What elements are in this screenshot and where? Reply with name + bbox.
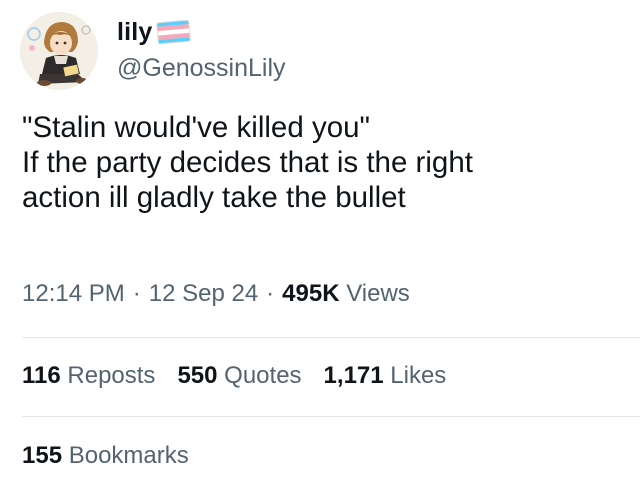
- transgender-flag-icon: [155, 19, 191, 45]
- likes-count: 1,171: [323, 362, 384, 389]
- tweet-time[interactable]: 12:14 PM: [22, 280, 125, 307]
- views-label: Views: [346, 280, 410, 307]
- author-handle[interactable]: @GenossinLily: [117, 54, 286, 83]
- bookmarks-stat[interactable]: 155 Bookmarks: [22, 442, 189, 470]
- meta-separator: ·: [266, 280, 275, 307]
- divider: [22, 416, 640, 417]
- quotes-label: Quotes: [224, 362, 302, 389]
- tweet-date[interactable]: 12 Sep 24: [149, 280, 258, 307]
- author-display-name[interactable]: lily: [117, 18, 153, 47]
- tweet-meta: 12:14 PM · 12 Sep 24 · 495K Views: [22, 280, 410, 308]
- meta-separator: ·: [132, 280, 141, 307]
- engagement-stats: 116 Reposts 550 Quotes 1,171 Likes: [22, 362, 468, 390]
- bookmarks-label: Bookmarks: [68, 442, 189, 469]
- views-count: 495K: [282, 280, 340, 307]
- tweet-text: "Stalin would've killed you" If the part…: [22, 110, 632, 215]
- bookmarks-count: 155: [22, 442, 63, 469]
- divider: [22, 337, 640, 338]
- likes-label: Likes: [390, 362, 447, 389]
- reposts-stat[interactable]: 116 Reposts: [22, 362, 155, 390]
- tweet-detail: lily @GenossinLily "Stalin would've kill…: [0, 0, 640, 489]
- likes-stat[interactable]: 1,171 Likes: [324, 362, 447, 390]
- quotes-count: 550: [177, 362, 218, 389]
- reposts-label: Reposts: [67, 362, 156, 389]
- quotes-stat[interactable]: 550 Quotes: [177, 362, 301, 390]
- author-name-row: lily: [117, 14, 191, 50]
- anime-character-avatar-icon[interactable]: [20, 12, 98, 90]
- reposts-count: 116: [22, 362, 61, 389]
- tweet-text-line: action ill gladly take the bullet: [22, 181, 406, 214]
- tweet-text-line: If the party decides that is the right: [22, 146, 473, 179]
- tweet-text-line: "Stalin would've killed you": [22, 111, 370, 144]
